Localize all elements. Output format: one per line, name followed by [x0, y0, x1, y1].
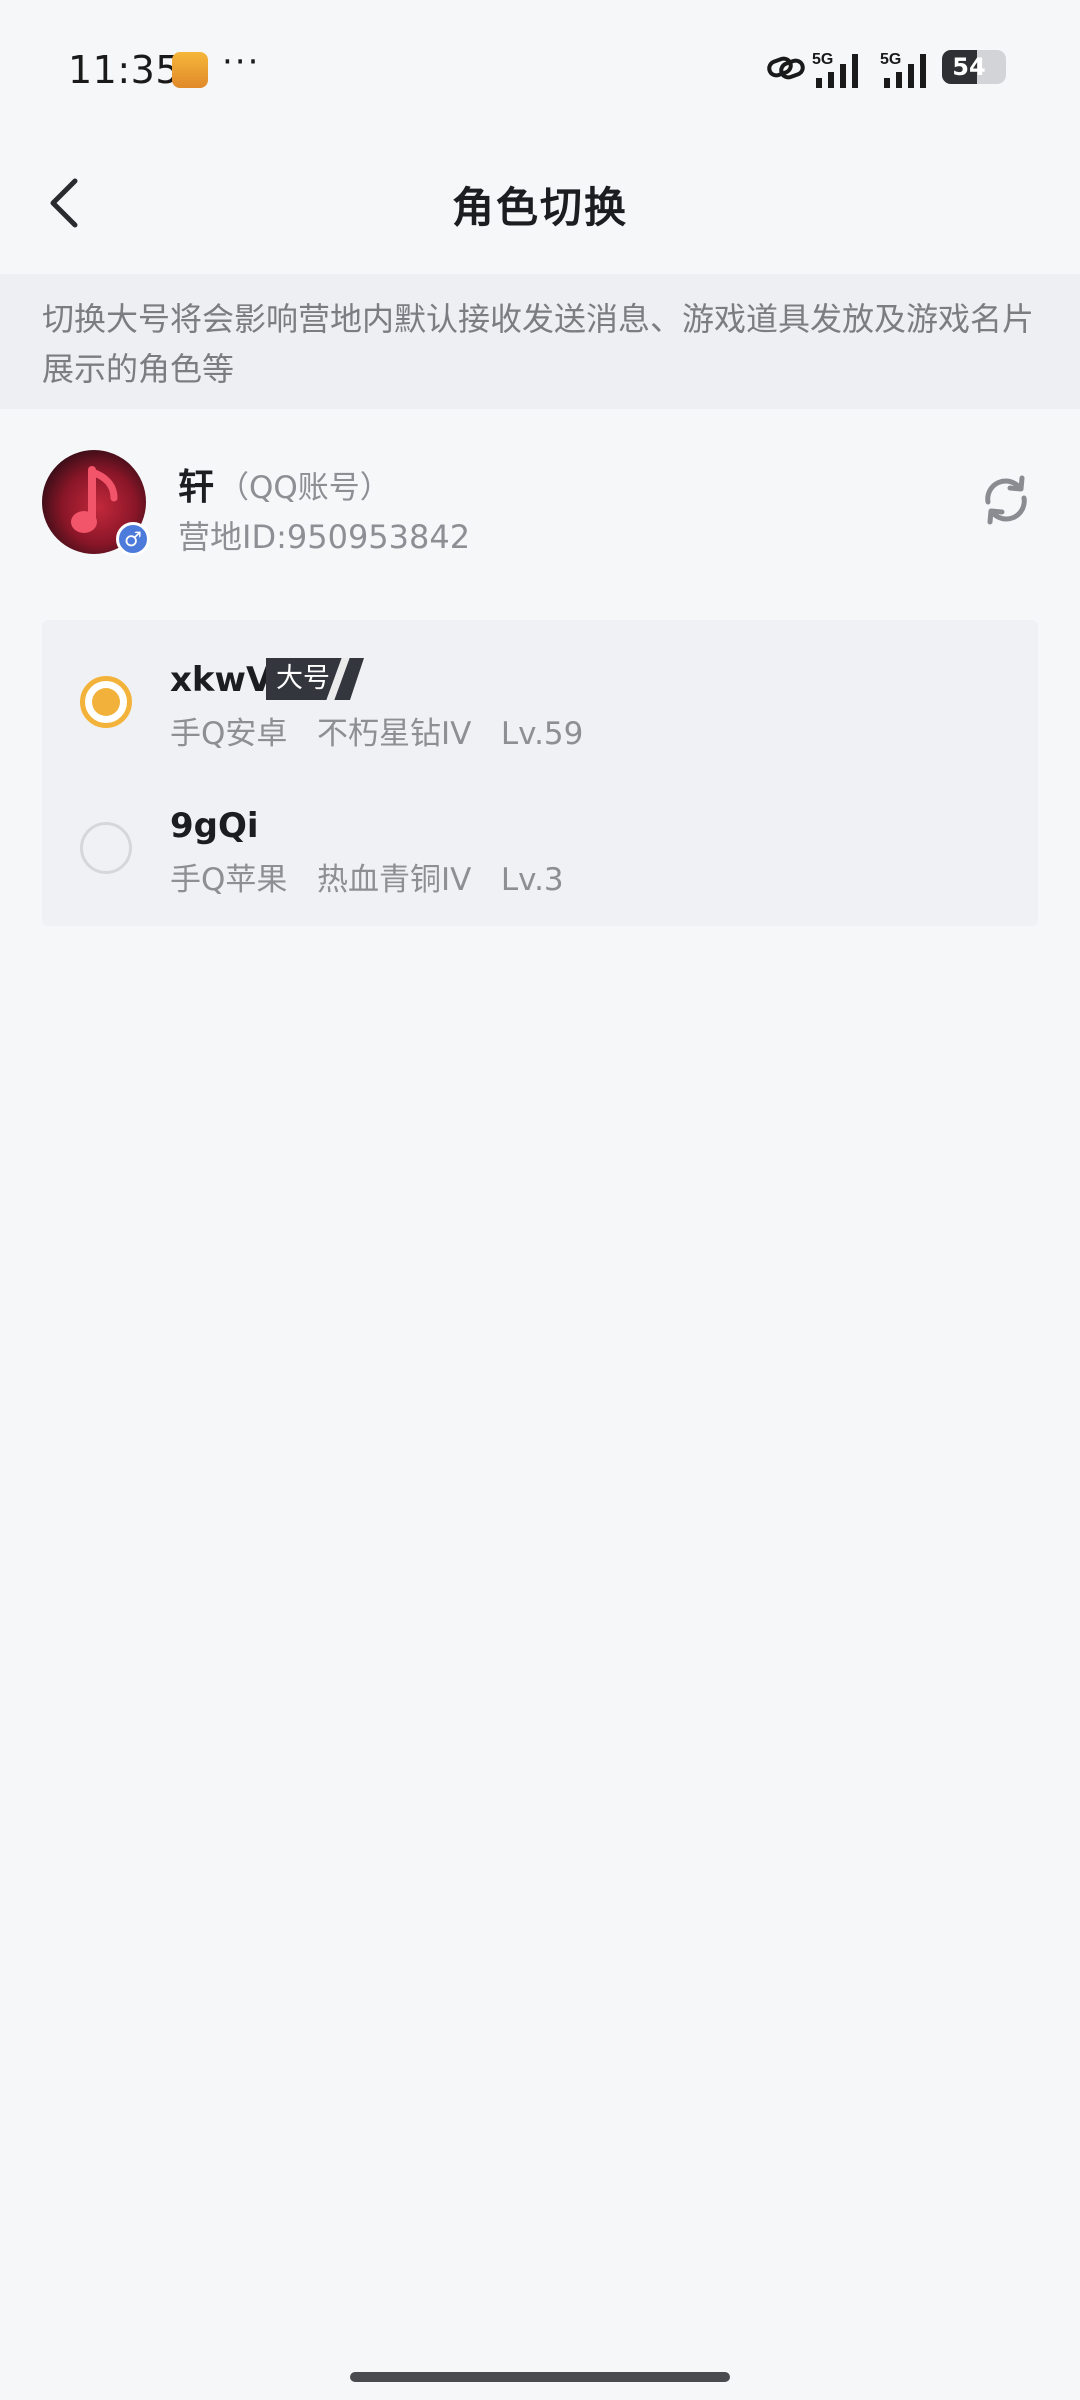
main-account-label: 大号 [276, 663, 330, 694]
battery-level: 54 [952, 53, 986, 81]
more-notifications-icon: ··· [222, 42, 261, 82]
page-title: 角色切换 [451, 183, 628, 232]
role-details: 手Q苹果 热血青铜IV Lv.3 [170, 862, 564, 898]
refresh-button[interactable] [976, 470, 1036, 530]
role-list: xkwV 大号 手Q安卓 不朽星钻IV Lv.59 9gQi 手Q苹果 热血青铜… [42, 620, 1038, 926]
status-time: 11:35 [68, 48, 181, 92]
avatar[interactable]: ♂ [42, 450, 150, 556]
network-label-1: 5G [812, 51, 833, 68]
main-account-badge: 大号 [266, 658, 364, 700]
top-navigation: 角色切换 [0, 140, 1080, 270]
signal-5g-icon-2: 5G [880, 51, 926, 88]
radio-unselected[interactable] [80, 822, 132, 874]
switch-notice: 切换大号将会影响营地内默认接收发送消息、游戏道具发放及游戏名片展示的角色等 [0, 274, 1080, 409]
role-switch-screen: 11:35 ··· 5G 5G 54 角色切换 切换大号将会影响营地内默认接收发… [0, 0, 1080, 2400]
profile-header: ♂ 轩 （QQ账号） 营地ID:950953842 [0, 440, 1080, 570]
app-notification-icon [172, 52, 208, 88]
status-indicators: 5G 5G 54 [750, 44, 1080, 92]
role-details: 手Q安卓 不朽星钻IV Lv.59 [170, 716, 584, 752]
refresh-icon [985, 475, 1027, 525]
status-bar: 11:35 ··· 5G 5G 54 [0, 0, 1080, 140]
role-name: 9gQi [170, 806, 259, 846]
role-item[interactable]: xkwV 大号 手Q安卓 不朽星钻IV Lv.59 [42, 620, 1038, 766]
music-note-icon [71, 466, 118, 533]
battery-icon: 54 [942, 50, 1006, 84]
network-label-2: 5G [880, 51, 901, 68]
radio-selected[interactable] [80, 676, 132, 728]
home-indicator[interactable] [350, 2372, 730, 2382]
gender-male-icon: ♂ [116, 522, 150, 556]
role-name: xkwV [170, 660, 273, 700]
camp-id: 营地ID:950953842 [178, 518, 471, 556]
account-type-label: （QQ账号） [218, 470, 391, 506]
profile-name: 轩 [178, 467, 215, 508]
signal-5g-icon: 5G [812, 51, 858, 88]
link-icon [767, 56, 805, 80]
role-item[interactable]: 9gQi 手Q苹果 热血青铜IV Lv.3 [42, 766, 1038, 912]
